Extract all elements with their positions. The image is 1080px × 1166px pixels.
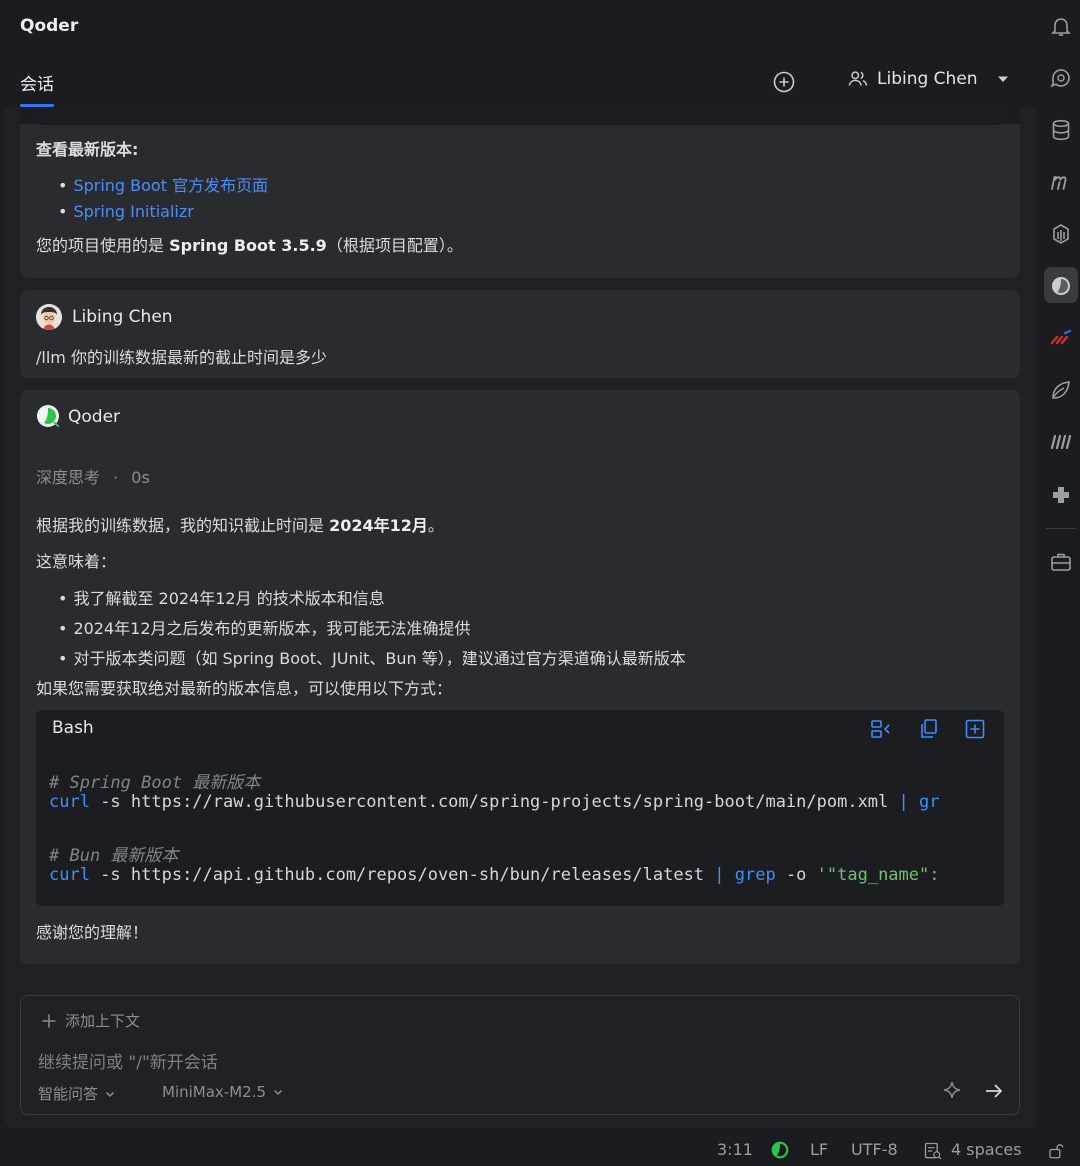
tool-sidebar: [1040, 0, 1080, 1130]
summary-suffix: （根据项目配置）。: [326, 236, 463, 255]
prev-assistant-message: 查看最新版本: Spring Boot 官方发布页面 Spring Initia…: [20, 108, 1020, 278]
thinking-label: 深度思考: [36, 468, 101, 487]
plugin-icon[interactable]: [1049, 482, 1073, 506]
indent-settings-icon[interactable]: [923, 1141, 943, 1161]
code-line: curl -s https://api.github.com/repos/ove…: [49, 865, 939, 885]
reply-line-3: 如果您需要获取绝对最新的版本信息，可以使用以下方式：: [36, 679, 453, 698]
send-arrow-icon[interactable]: [983, 1080, 1005, 1102]
new-file-icon[interactable]: [964, 718, 986, 740]
line1-bold: 2024年12月: [329, 516, 428, 535]
list-item: Spring Initializr: [58, 202, 193, 221]
model-label: MiniMax-M2.5: [162, 1083, 267, 1101]
user-message: Libing Chen /llm 你的训练数据最新的截止时间是多少: [20, 290, 1020, 378]
thinking-status[interactable]: 深度思考 · 0s: [36, 464, 150, 488]
code-args: -s https://raw.githubusercontent.com/spr…: [89, 792, 899, 812]
code-command: curl: [49, 792, 90, 812]
assistant-reply: Qoder 深度思考 · 0s 根据我的训练数据，我的知识截止时间是 2024年…: [20, 390, 1020, 964]
caret-position[interactable]: 3:11: [717, 1140, 753, 1159]
code-block: Bash # Spring Boot 最新版本 curl -s https://…: [36, 710, 1004, 906]
thinking-separator: ·: [113, 468, 119, 487]
notification-bell-icon[interactable]: [1049, 14, 1073, 38]
status-bar: 3:11 LF UTF-8 4 spaces: [0, 1130, 1080, 1166]
file-encoding[interactable]: UTF-8: [851, 1140, 898, 1159]
chat-panel: Qoder 会话 Libing Chen 查看最新版本: Spring Boot…: [4, 0, 1036, 1128]
user-avatar-icon: [36, 304, 62, 330]
reply-line-2: 这意味着：: [36, 552, 117, 571]
prev-code-block-tail: [36, 108, 1004, 125]
new-chat-plus-icon[interactable]: [772, 70, 796, 94]
app-title: Qoder: [20, 16, 79, 36]
code-command: curl: [49, 865, 90, 885]
qoder-panel-icon[interactable]: [1049, 274, 1073, 298]
line1-prefix: 根据我的训练数据，我的知识截止时间是: [36, 516, 330, 535]
model-selector[interactable]: MiniMax-M2.5: [162, 1083, 284, 1101]
list-item: 2024年12月之后发布的更新版本，我可能无法准确提供: [58, 615, 470, 639]
qoder-status-icon[interactable]: [770, 1140, 790, 1160]
latest-version-heading: 查看最新版本:: [36, 140, 139, 159]
user-message-author: Libing Chen: [72, 307, 173, 327]
line-ending[interactable]: LF: [810, 1140, 828, 1159]
add-context-label: 添加上下文: [65, 1012, 141, 1030]
code-language-label: Bash: [52, 718, 94, 738]
code-comment: # Bun 最新版本: [49, 846, 179, 866]
code-comment: # Spring Boot 最新版本: [49, 773, 261, 793]
line1-suffix: 。: [427, 516, 444, 535]
add-context-button[interactable]: 添加上下文: [41, 1010, 140, 1031]
user-name: Libing Chen: [877, 69, 978, 89]
spring-leaf-icon[interactable]: [1049, 378, 1073, 402]
summary-bold: Spring Boot 3.5.9: [169, 236, 327, 255]
user-switcher[interactable]: Libing Chen: [847, 68, 1010, 90]
users-icon: [848, 71, 868, 86]
maven-icon[interactable]: [1049, 170, 1073, 194]
thanks-text: 感谢您的理解！: [36, 923, 149, 942]
code-pipe: | grep: [714, 865, 776, 885]
list-item: Spring Boot 官方发布页面: [58, 172, 268, 196]
mode-selector[interactable]: 智能问答: [38, 1083, 116, 1104]
spring-initializr-link[interactable]: Spring Initializr: [73, 202, 193, 221]
dataset-icon[interactable]: [1049, 222, 1073, 246]
tab-conversation[interactable]: 会话: [20, 70, 54, 95]
summary-prefix: 您的项目使用的是: [36, 236, 170, 255]
code-args: -s https://api.github.com/repos/oven-sh/…: [89, 865, 715, 885]
thinking-time: 0s: [131, 468, 150, 487]
chat-input[interactable]: 继续提问或 "/"新开会话: [38, 1048, 218, 1073]
ai-chat-icon[interactable]: [1049, 66, 1073, 90]
code-string: '"tag_name":: [816, 865, 940, 885]
unlock-icon[interactable]: [1047, 1142, 1065, 1160]
qoder-logo-icon: [37, 405, 60, 428]
reply-line-1: 根据我的训练数据，我的知识截止时间是 2024年12月。: [36, 512, 444, 536]
panel-header: Qoder 会话 Libing Chen: [4, 0, 1036, 108]
toolbox-icon[interactable]: [1049, 550, 1073, 574]
code-line: curl -s https://raw.githubusercontent.co…: [49, 792, 939, 812]
spring-boot-release-link[interactable]: Spring Boot 官方发布页面: [73, 176, 268, 195]
avatar: [36, 304, 62, 330]
sparkle-icon[interactable]: [941, 1080, 963, 1102]
code-flag: -o: [775, 865, 817, 885]
indent-size[interactable]: 4 spaces: [951, 1140, 1022, 1159]
database-icon[interactable]: [1049, 118, 1073, 142]
assistant-name: Qoder: [68, 407, 121, 427]
code-pipe: | gr: [898, 792, 940, 812]
tab-active-indicator: [20, 104, 54, 107]
plus-icon: [42, 1014, 56, 1027]
list-item: 对于版本类问题（如 Spring Boot、JUnit、Bun 等），建议通过官…: [58, 645, 685, 669]
list-item: 我了解截至 2024年12月 的技术版本和信息: [58, 585, 384, 609]
chat-composer[interactable]: 添加上下文 继续提问或 "/"新开会话 智能问答 MiniMax-M2.5: [20, 995, 1020, 1115]
mode-label: 智能问答: [38, 1085, 99, 1103]
chevron-down-icon: [997, 76, 1008, 82]
user-message-text: /llm 你的训练数据最新的截止时间是多少: [36, 348, 327, 367]
chevron-down-icon: [105, 1091, 115, 1097]
jrebel-icon[interactable]: [1049, 326, 1073, 350]
sidebar-divider: [1046, 528, 1076, 529]
project-version-text: 您的项目使用的是 Spring Boot 3.5.9（根据项目配置）。: [36, 232, 463, 256]
chevron-down-icon: [273, 1089, 283, 1096]
mybatis-icon[interactable]: [1049, 430, 1073, 454]
copy-icon[interactable]: [918, 718, 940, 740]
insert-code-icon[interactable]: [870, 718, 892, 740]
